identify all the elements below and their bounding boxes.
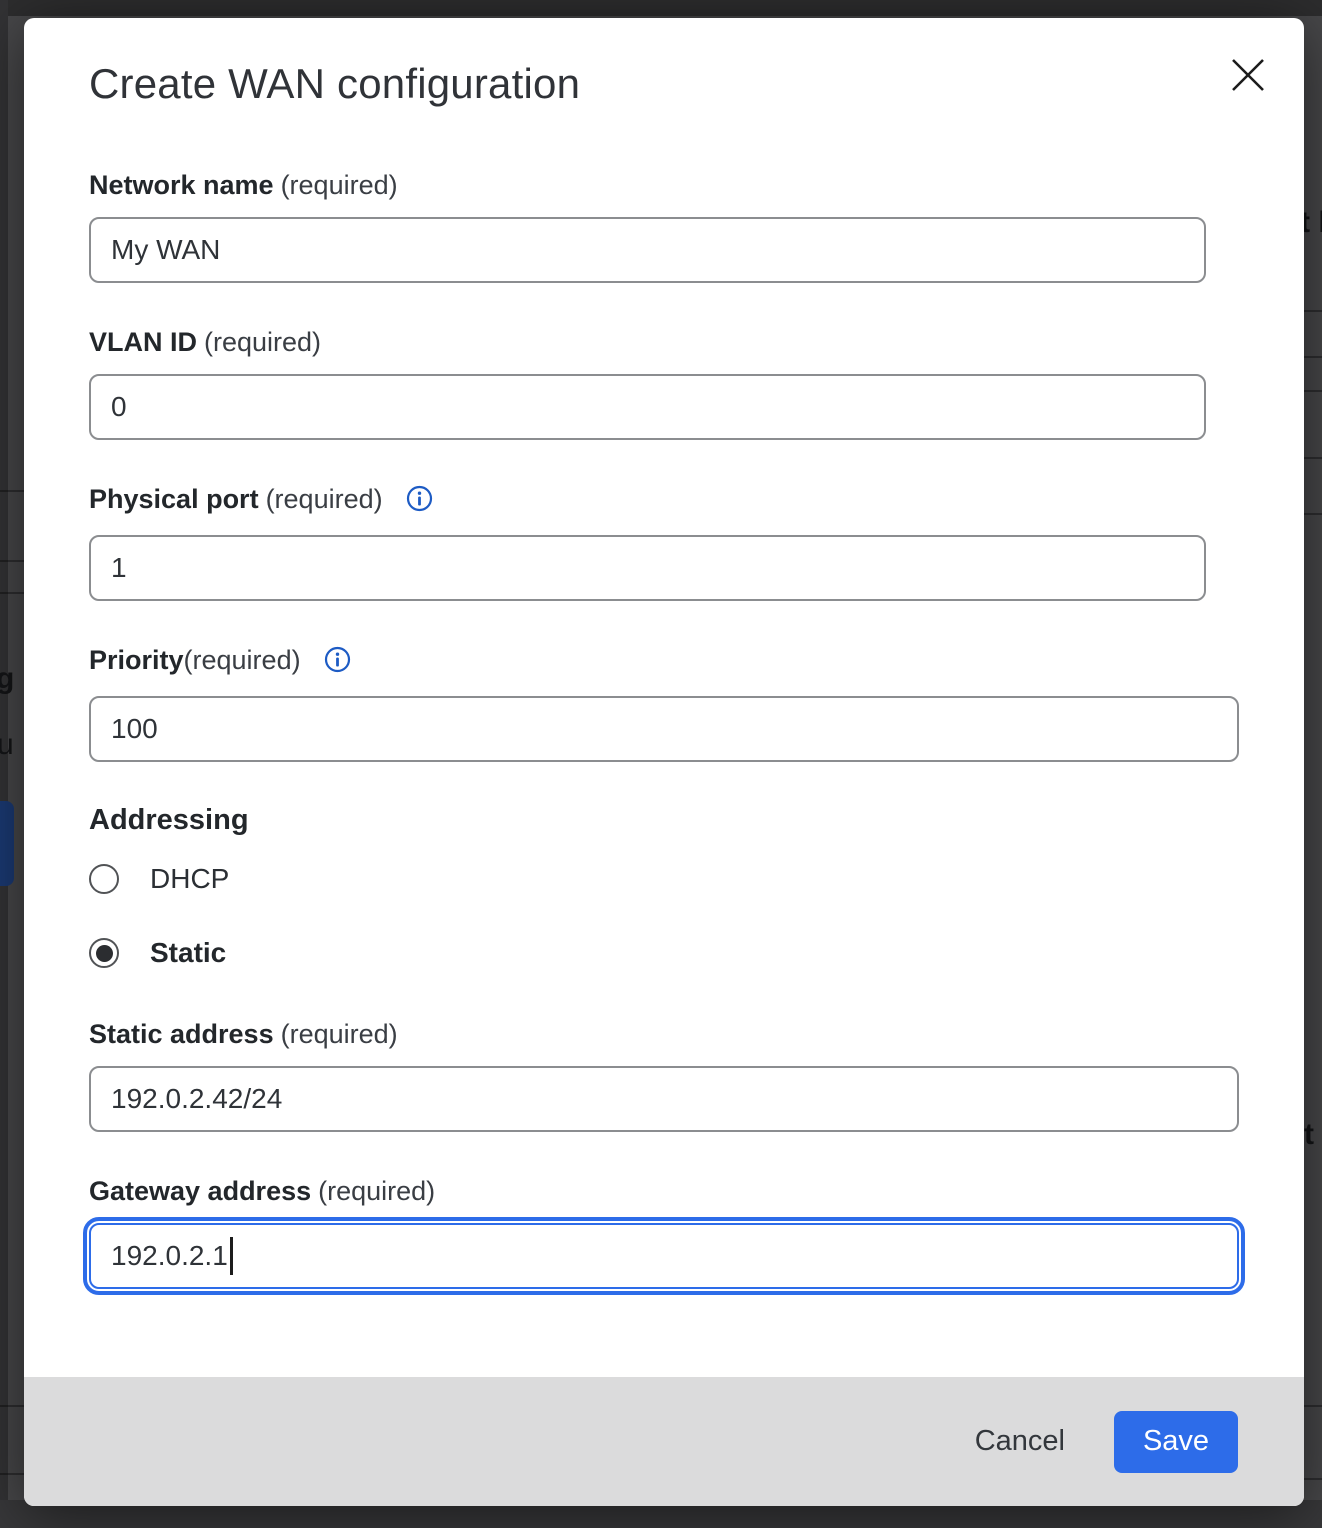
info-icon[interactable] <box>324 646 351 680</box>
static-address-label: Static address(required) <box>89 1019 1304 1050</box>
physical-port-input[interactable] <box>89 535 1206 601</box>
background-divider <box>0 1405 24 1407</box>
priority-label: Priority(required) <box>89 645 1304 680</box>
addressing-option-dhcp[interactable]: DHCP <box>89 864 1304 894</box>
priority-input[interactable] <box>89 696 1239 762</box>
close-button[interactable] <box>1226 54 1270 98</box>
radio-unselected-icon[interactable] <box>89 864 119 894</box>
gateway-address-input[interactable] <box>89 1223 1239 1289</box>
gateway-address-label: Gateway address(required) <box>89 1176 1304 1207</box>
text-cursor <box>230 1237 233 1275</box>
addressing-option-static[interactable]: Static <box>89 938 1304 968</box>
static-radio-label: Static <box>150 937 226 969</box>
background-divider <box>0 592 24 594</box>
static-address-input[interactable] <box>89 1066 1239 1132</box>
dhcp-radio-label: DHCP <box>150 863 229 895</box>
cancel-button[interactable]: Cancel <box>975 1415 1065 1468</box>
dialog-footer: Cancel Save <box>24 1377 1304 1506</box>
create-wan-configuration-dialog: Create WAN configuration Network name(re… <box>24 18 1304 1506</box>
background-text-fragment: t <box>1304 1118 1314 1152</box>
vlan-id-input[interactable] <box>89 374 1206 440</box>
save-button[interactable]: Save <box>1114 1411 1238 1473</box>
backdrop-top-strip <box>0 0 1322 16</box>
gateway-address-field <box>89 1223 1239 1289</box>
dialog-title: Create WAN configuration <box>89 58 1304 110</box>
background-divider <box>0 560 24 562</box>
background-text-fragment: u <box>0 728 14 762</box>
background-divider <box>0 1473 24 1475</box>
backdrop-left-strip <box>0 0 8 1528</box>
background-button-fragment <box>0 801 14 886</box>
network-name-input[interactable] <box>89 217 1206 283</box>
vlan-id-label: VLAN ID(required) <box>89 327 1304 358</box>
addressing-heading: Addressing <box>89 804 1304 837</box>
background-divider <box>0 490 24 492</box>
info-icon[interactable] <box>406 485 433 519</box>
network-name-label: Network name(required) <box>89 170 1304 201</box>
radio-selected-icon[interactable] <box>89 938 119 968</box>
background-text-fragment: g <box>0 662 14 696</box>
physical-port-label: Physical port(required) <box>89 484 1304 519</box>
close-icon <box>1230 57 1266 96</box>
